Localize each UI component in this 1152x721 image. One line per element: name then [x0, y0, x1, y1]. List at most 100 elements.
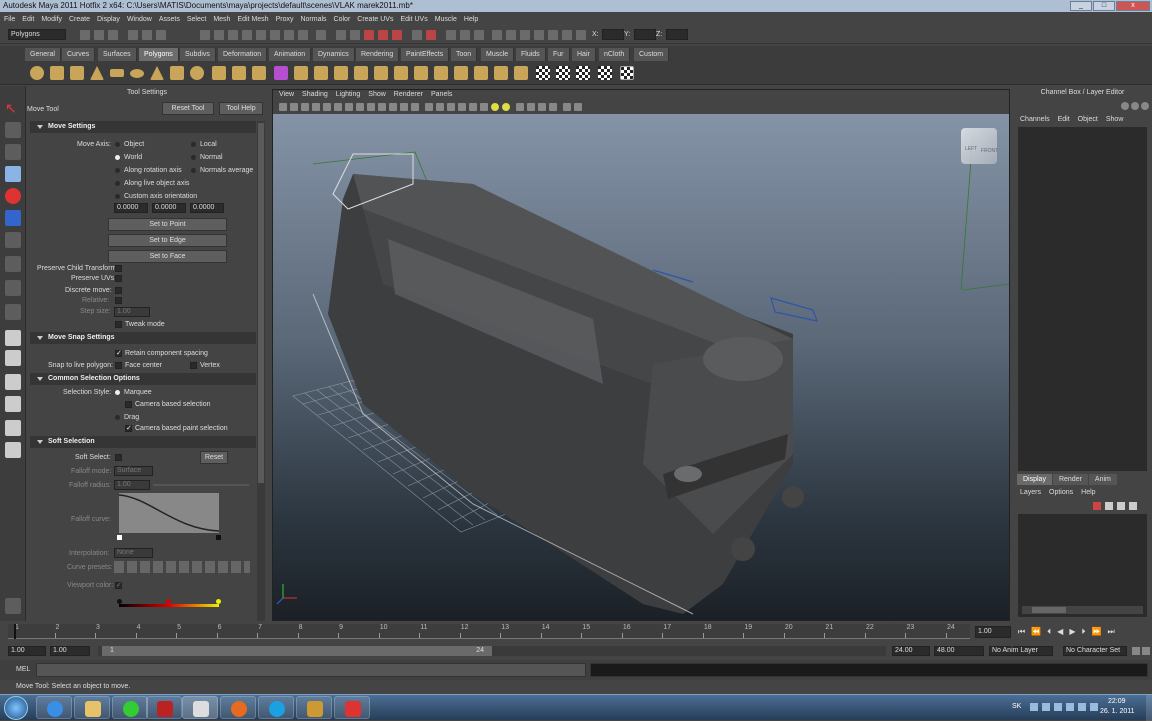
shelf-tab-dynamics[interactable]: Dynamics [313, 48, 355, 61]
insert-edge-loop-icon[interactable] [394, 66, 408, 80]
mask-icon[interactable] [284, 30, 294, 40]
along-live-object-axis-radio[interactable] [115, 181, 120, 186]
le-menu-options[interactable]: Options [1049, 489, 1073, 496]
grid-icon[interactable] [334, 103, 342, 111]
falloff-radius-slider[interactable] [153, 484, 249, 486]
cb-menu-edit[interactable]: Edit [1058, 116, 1070, 123]
persp-graph-layout-icon[interactable] [5, 396, 21, 412]
merge-icon[interactable] [434, 66, 448, 80]
average-vertices-icon[interactable] [294, 66, 308, 80]
lock-selection-icon[interactable] [316, 30, 326, 40]
play-forward-icon[interactable]: ▶ [1069, 627, 1075, 637]
menu-mesh[interactable]: Mesh [213, 16, 230, 23]
retain-component-spacing-checkbox[interactable]: ✓ [115, 350, 122, 357]
menu-help[interactable]: Help [464, 16, 478, 23]
move-tool-icon[interactable] [5, 166, 21, 182]
save-scene-icon[interactable] [108, 30, 118, 40]
show-manipulator-icon[interactable] [5, 280, 21, 296]
bevel-icon[interactable] [474, 66, 488, 80]
playback-start-field[interactable]: 1.00 [50, 646, 90, 656]
tab-display[interactable]: Display [1017, 474, 1052, 485]
menu-assets[interactable]: Assets [159, 16, 180, 23]
falloff-radius-field[interactable]: 1.00 [114, 480, 150, 490]
shelf-tab-animation[interactable]: Animation [269, 48, 312, 61]
taskbar-ie[interactable] [36, 696, 72, 719]
offset-edge-loop-icon[interactable] [414, 66, 428, 80]
camera-icon[interactable] [290, 103, 298, 111]
key-icon[interactable] [1132, 647, 1140, 655]
preserve-child-transform-checkbox[interactable] [115, 265, 122, 272]
go-to-end-icon[interactable]: ⏭ [1107, 627, 1114, 637]
preserve-uvs-checkbox[interactable] [115, 275, 122, 282]
viewcube-left[interactable]: LEFT [965, 146, 977, 152]
wedge-icon[interactable] [514, 66, 528, 80]
soft-mod-tool-icon[interactable] [5, 256, 21, 272]
step-forward-key-icon[interactable]: ⏩ [1091, 627, 1101, 637]
vp-menu-panels[interactable]: Panels [431, 90, 452, 100]
attribute-editor-icon[interactable] [1131, 102, 1139, 110]
drag-radio[interactable] [115, 415, 120, 420]
mask-icon[interactable] [298, 30, 308, 40]
viewport-canvas[interactable]: LEFT FRONT [273, 114, 1009, 620]
input-icon[interactable] [562, 30, 572, 40]
lasso-tool-icon[interactable] [5, 122, 21, 138]
poly-plane-icon[interactable] [110, 69, 124, 77]
shelf-tab-muscle[interactable]: Muscle [481, 48, 515, 61]
vp-menu-lighting[interactable]: Lighting [336, 90, 361, 100]
tray-icon[interactable] [1066, 703, 1074, 711]
input-icon[interactable] [548, 30, 558, 40]
bridge-icon[interactable] [334, 66, 348, 80]
poly-helix-icon[interactable] [190, 66, 204, 80]
vp-menu-shading[interactable]: Shading [302, 90, 328, 100]
common-selection-options-section[interactable]: Common Selection Options [30, 373, 256, 385]
grid-icon[interactable] [411, 103, 419, 111]
curve-key-start[interactable] [117, 535, 122, 540]
taskbar-media[interactable] [146, 696, 182, 719]
collapse-icon[interactable] [454, 66, 468, 80]
viewport-color-ramp[interactable] [119, 604, 219, 607]
set-to-point-button[interactable]: Set to Point [108, 218, 227, 231]
menu-file[interactable]: File [4, 16, 15, 23]
grid-icon[interactable] [345, 103, 353, 111]
curve-key-end[interactable] [216, 535, 221, 540]
step-size-field[interactable]: 1.00 [114, 307, 150, 317]
poly-sphere-icon[interactable] [30, 66, 44, 80]
shelf-tab-polygons[interactable]: Polygons [139, 48, 179, 61]
vp-menu-show[interactable]: Show [368, 90, 386, 100]
wireframe-on-shaded-icon[interactable] [447, 103, 455, 111]
step-back-key-icon[interactable]: ⏪ [1031, 627, 1041, 637]
shelf-tab-deformation[interactable]: Deformation [218, 48, 268, 61]
interpolation-dropdown[interactable]: None [114, 548, 153, 558]
new-scene-icon[interactable] [80, 30, 90, 40]
mask-icon[interactable] [256, 30, 266, 40]
menu-edit[interactable]: Edit [22, 16, 34, 23]
character-set-dropdown[interactable]: No Character Set [1063, 646, 1127, 656]
menu-create-uvs[interactable]: Create UVs [357, 16, 393, 23]
x-field[interactable] [602, 29, 624, 40]
animation-end-field[interactable]: 48.00 [934, 646, 984, 656]
custom-axis-orientation-radio[interactable] [115, 194, 120, 199]
scale-tool-icon[interactable] [5, 210, 21, 226]
persp-hypershade-layout-icon[interactable] [5, 420, 21, 436]
range-bar[interactable]: 1 24 [98, 646, 886, 656]
taskbar-winamp[interactable] [296, 696, 332, 719]
make-live-icon[interactable] [392, 30, 402, 40]
wireframe-icon[interactable] [425, 103, 433, 111]
history-icon[interactable] [412, 30, 422, 40]
menu-muscle[interactable]: Muscle [435, 16, 457, 23]
tool-help-button[interactable]: Tool Help [219, 102, 263, 115]
taskbar-icq[interactable] [112, 696, 148, 719]
render-settings-icon[interactable] [474, 30, 484, 40]
cb-menu-show[interactable]: Show [1106, 116, 1124, 123]
close-button[interactable]: x [1116, 1, 1150, 11]
shelf-tab-toon[interactable]: Toon [451, 48, 478, 61]
film-gate-icon[interactable] [312, 103, 320, 111]
axis-x-field[interactable]: 0.0000 [114, 203, 148, 213]
poke-icon[interactable] [494, 66, 508, 80]
minimize-button[interactable]: _ [1070, 1, 1092, 11]
snap-point-icon[interactable] [364, 30, 374, 40]
viewcube[interactable]: LEFT FRONT [961, 128, 998, 164]
go-to-start-icon[interactable]: ⏮ [1018, 627, 1025, 637]
mask-icon[interactable] [270, 30, 280, 40]
four-view-layout-icon[interactable] [5, 350, 21, 366]
